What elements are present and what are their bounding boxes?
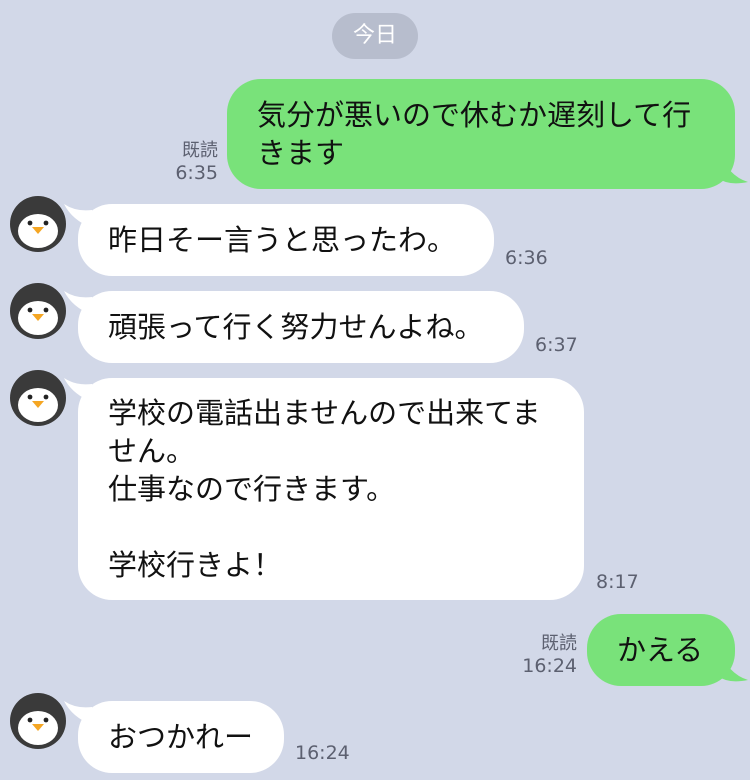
message-time: 6:36	[505, 247, 548, 269]
avatar-penguin-icon[interactable]	[10, 283, 66, 339]
message-meta: 既読 6:35	[150, 139, 218, 185]
avatar-penguin-icon[interactable]	[10, 693, 66, 749]
bubble-tail	[718, 150, 748, 184]
read-receipt: 既読	[182, 140, 218, 161]
date-divider: 今日	[332, 13, 418, 59]
message-time: 8:17	[596, 571, 639, 593]
message-time: 16:24	[295, 742, 350, 764]
message-time: 6:37	[535, 334, 578, 356]
avatar-penguin-icon[interactable]	[10, 196, 66, 252]
avatar-penguin-icon[interactable]	[10, 370, 66, 426]
read-receipt: 既読	[541, 633, 577, 654]
message-bubble-outgoing[interactable]: 気分が悪いので休むか遅刻して行きます	[227, 79, 735, 189]
message-bubble-incoming[interactable]: 頑張って行く努力せんよね。	[78, 291, 524, 363]
message-time: 16:24	[522, 655, 577, 677]
message-bubble-incoming[interactable]: 昨日そー言うと思ったわ。	[78, 204, 494, 276]
message-time: 6:35	[175, 162, 218, 184]
message-bubble-incoming[interactable]: 学校の電話出ませんので出来てません。 仕事なので行きます。 学校行きよ！	[78, 378, 584, 600]
message-bubble-incoming[interactable]: おつかれー	[78, 701, 284, 773]
message-meta: 既読 16:24	[515, 632, 577, 678]
bubble-tail	[718, 648, 748, 682]
message-bubble-outgoing[interactable]: かえる	[587, 614, 735, 686]
